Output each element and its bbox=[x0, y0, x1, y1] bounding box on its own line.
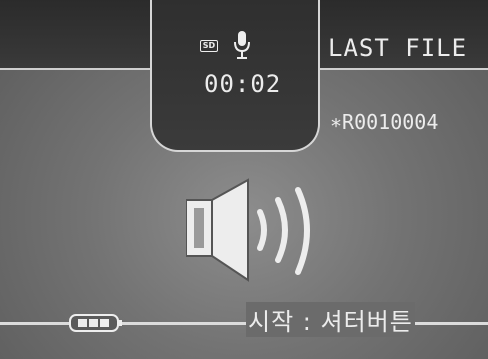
microphone-icon bbox=[234, 31, 250, 59]
battery-icon bbox=[69, 314, 122, 332]
file-id: ∗R0010004 bbox=[330, 110, 439, 134]
elapsed-time: 00:02 bbox=[204, 70, 282, 98]
last-file-label: LAST FILE bbox=[328, 34, 468, 62]
sd-card-badge: SD bbox=[200, 40, 218, 52]
start-hint: 시작 : 셔터버튼 bbox=[246, 302, 415, 337]
speaker-icon bbox=[186, 178, 310, 282]
camera-voice-memo-screen: SD 00:02 LAST FILE ∗R0010004 시작 : 셔터버튼 bbox=[0, 0, 488, 359]
